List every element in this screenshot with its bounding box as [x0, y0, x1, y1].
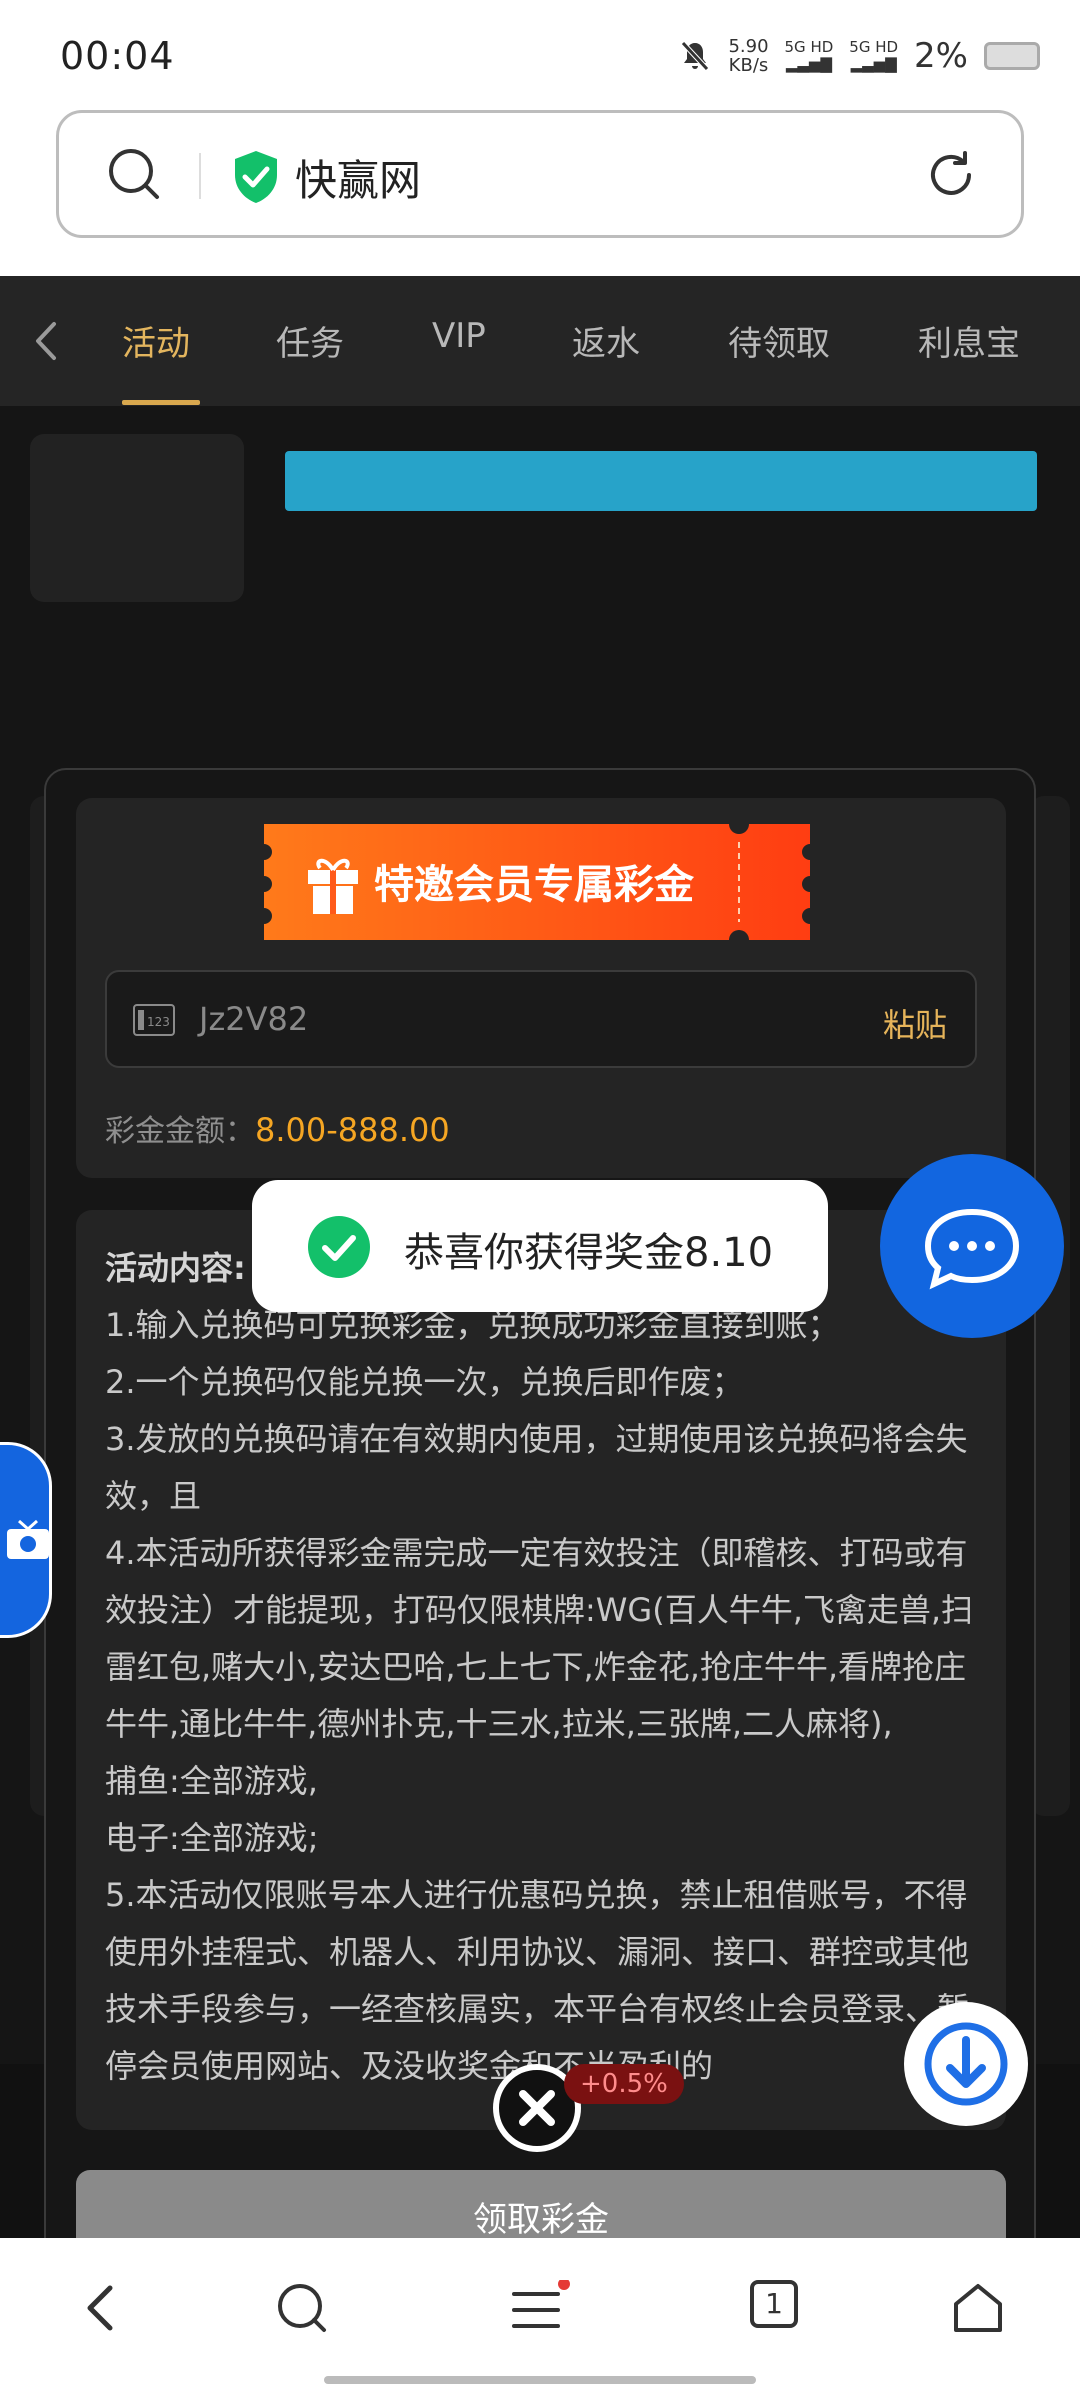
success-toast: 恭喜你获得奖金8.10 — [252, 1180, 828, 1312]
tab-activity[interactable]: 活动 — [122, 316, 190, 365]
battery-icon — [984, 42, 1040, 70]
promo-banner — [285, 451, 1037, 511]
amount-row: 彩金金额：8.00-888.00 — [105, 1106, 450, 1150]
clock: 00:04 — [60, 34, 175, 78]
site-name[interactable]: 快赢网 — [295, 147, 421, 208]
tab-pending[interactable]: 待领取 — [728, 316, 830, 365]
toast-message: 恭喜你获得奖金8.10 — [404, 1230, 774, 1276]
tab-tasks[interactable]: 任务 — [276, 316, 344, 365]
status-bar: 00:04 5.90 KB/s 5G HD ▂▃▅▇ 5G HD ▂▃▅▇ 2% — [0, 0, 1080, 110]
signal-2: 5G HD ▂▃▅▇ — [849, 38, 899, 73]
rules-card[interactable]: 活动内容: 1.输入兑换码可兑换彩金，兑换成功彩金直接到账； 2.一个兑换码仅能… — [76, 1210, 1006, 2130]
address-divider — [199, 153, 201, 199]
amount-label: 彩金金额： — [105, 1114, 255, 1149]
tab-rebate[interactable]: 返水 — [572, 316, 640, 365]
menu-icon[interactable] — [508, 2280, 572, 2336]
redeem-code-modal: 特邀会员专属彩金 123 Jz2V82 粘贴 彩金金额：8.00-888.00 … — [44, 768, 1036, 2238]
browser-bottom-bar: 1 — [0, 2238, 1080, 2388]
code-card: 特邀会员专属彩金 123 Jz2V82 粘贴 彩金金额：8.00-888.00 — [76, 798, 1006, 1178]
tabs-count-button[interactable]: 1 — [750, 2280, 798, 2328]
rule-line: 3.发放的兑换码请在有效期内使用，过期使用该兑换码将会失效，且 — [105, 1420, 968, 1515]
tv-icon — [7, 1519, 49, 1559]
rule-line: 5.本活动仅限账号本人进行优惠码兑换，禁止租借账号，不得使用外挂程式、机器人、利… — [105, 1876, 970, 2085]
search-icon[interactable] — [105, 145, 165, 205]
recharge-bonus-badge: +0.5% — [564, 2064, 684, 2104]
chat-bubble-icon — [924, 1208, 1020, 1290]
gesture-handle — [324, 2376, 756, 2384]
live-tv-tab[interactable] — [0, 1442, 52, 1638]
search-icon[interactable] — [274, 2280, 330, 2336]
network-speed: 5.90 KB/s — [728, 36, 769, 76]
reload-icon[interactable] — [921, 145, 981, 205]
paste-button[interactable]: 粘贴 — [883, 1000, 947, 1046]
back-icon[interactable] — [80, 2280, 120, 2336]
battery-percent: 2% — [914, 36, 968, 76]
svg-text:123: 123 — [147, 1015, 170, 1029]
address-bar[interactable]: 快赢网 — [56, 110, 1024, 238]
check-circle-icon — [308, 1216, 370, 1278]
active-tab-indicator — [122, 400, 200, 405]
rule-line: 2.一个兑换码仅能兑换一次，兑换后即作废； — [105, 1363, 744, 1401]
ribbon-title: 特邀会员专属彩金 — [374, 862, 694, 908]
tab-vip[interactable]: VIP — [432, 316, 486, 356]
rule-line: 电子:全部游戏; — [105, 1819, 319, 1857]
numpad-icon: 123 — [133, 1004, 175, 1036]
status-icons: 5.90 KB/s 5G HD ▂▃▅▇ 5G HD ▂▃▅▇ 2% — [678, 36, 1040, 76]
tabs-back-icon[interactable] — [30, 318, 64, 364]
download-button[interactable] — [904, 2002, 1028, 2126]
secure-shield-icon — [235, 151, 277, 203]
signal-1: 5G HD ▂▃▅▇ — [784, 38, 834, 73]
tab-interest[interactable]: 利息宝 — [918, 316, 1020, 365]
category-tabs: 活动 任务 VIP 返水 待领取 利息宝 — [0, 276, 1080, 406]
home-icon[interactable] — [950, 2280, 1006, 2336]
amount-value: 8.00-888.00 — [255, 1111, 450, 1149]
rule-line: 4.本活动所获得彩金需完成一定有效投注（即稽核、打码或有效投注）才能提现，打码仅… — [105, 1534, 974, 1743]
rules-text: 活动内容: 1.输入兑换码可兑换彩金，兑换成功彩金直接到账； 2.一个兑换码仅能… — [105, 1240, 977, 2095]
code-value[interactable]: Jz2V82 — [199, 1000, 308, 1038]
mute-bell-icon — [681, 41, 710, 71]
side-category-card — [30, 434, 244, 602]
download-icon — [924, 2022, 1008, 2106]
rule-line: 捕鱼:全部游戏, — [105, 1762, 318, 1800]
redeem-code-input[interactable]: 123 Jz2V82 粘贴 — [105, 970, 977, 1068]
claim-bonus-button[interactable]: 领取彩金 — [76, 2170, 1006, 2238]
customer-service-button[interactable] — [880, 1154, 1064, 1338]
